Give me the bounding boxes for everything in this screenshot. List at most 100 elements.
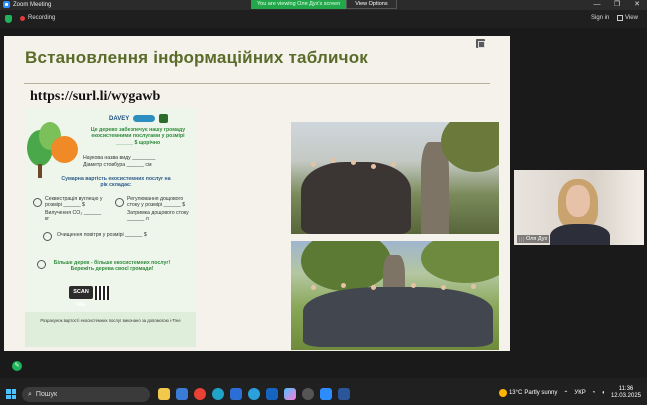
partner-logo — [133, 115, 156, 122]
system-tray: 13°C Partly sunny ⌃ УКР ◔ ◖ 11:36 12.03.… — [498, 386, 641, 400]
view-button[interactable]: View — [617, 15, 638, 21]
close-button[interactable]: ✕ — [627, 0, 647, 10]
telegram-icon[interactable] — [248, 388, 260, 400]
mail-icon[interactable] — [230, 388, 242, 400]
file-explorer-icon[interactable] — [158, 388, 170, 400]
search-placeholder: Пошук — [35, 391, 58, 398]
poster-species: Наукова назва виду ________ — [83, 155, 156, 161]
slide-options-icon[interactable] — [476, 39, 485, 48]
chevron-up-icon[interactable]: ⌃ — [563, 390, 568, 397]
person-head — [351, 160, 356, 165]
weather-widget[interactable]: 13°C Partly sunny — [498, 389, 558, 397]
store-icon[interactable] — [176, 388, 188, 400]
person-head — [471, 284, 476, 289]
recording-indicator[interactable]: Recording — [20, 15, 55, 21]
weather-desc: Partly sunny — [524, 390, 558, 396]
tree-canopy — [441, 122, 499, 172]
forest-service-logo — [159, 114, 169, 123]
title-divider — [24, 83, 490, 84]
view-label: View — [625, 15, 638, 21]
app-title-group: Zoom Meeting — [3, 1, 51, 8]
settings-gear-icon[interactable] — [302, 388, 314, 400]
poster-diameter: Діаметр стовбура ______ см — [83, 162, 152, 168]
weather-temp: 13°C — [508, 390, 523, 396]
clock-time: 11:36 — [618, 386, 634, 392]
tree-trunk — [38, 164, 42, 178]
window-controls: — ❐ ✕ — [587, 0, 647, 10]
participant-name: Оля Дух — [526, 236, 548, 242]
clock-date: 12.03.2025 — [610, 393, 641, 399]
poster-footer-band: Розрахунок вартості екосистемних послуг … — [25, 312, 196, 347]
poster-item-runoff: Регулювання дощового стоку у розмірі ___… — [127, 196, 186, 209]
group-of-people — [303, 287, 493, 347]
group-of-people — [301, 162, 411, 234]
person-head — [441, 285, 446, 290]
taskbar-search[interactable]: ⌕ Пошук — [22, 387, 150, 402]
volume-icon[interactable]: ◖ — [601, 390, 605, 396]
poster-item-sequestration: Секвестрація вуглецю у розмірі ______ $ — [45, 196, 103, 209]
participant-name-tag: Оля Дух — [517, 235, 550, 243]
tree-canopy — [421, 241, 499, 283]
annotate-pencil-icon[interactable]: ✎ — [12, 361, 22, 371]
audio-signal-icon — [519, 236, 524, 242]
tree-canopy — [301, 241, 391, 291]
language-indicator[interactable]: УКР — [574, 390, 585, 396]
participant-video-tile[interactable]: Оля Дух — [514, 170, 644, 245]
record-dot-icon — [20, 15, 25, 21]
partly-sunny-icon — [498, 389, 507, 397]
group-photo-1 — [291, 122, 499, 234]
network-icon[interactable]: ◔ — [592, 390, 596, 396]
poster-footer-text: Розрахунок вартості екосистемних послуг … — [40, 318, 181, 323]
orange-circle-graphic — [51, 136, 78, 163]
view-options-button[interactable]: View Options — [346, 0, 397, 9]
grid-view-icon — [617, 15, 623, 21]
person-head — [341, 283, 346, 288]
title-bar: Zoom Meeting You are viewing Оля Дух's s… — [0, 0, 647, 10]
poster-item-co2: Вилучення CO₂ ______ кг — [45, 210, 102, 223]
person-head — [371, 285, 376, 290]
participant-face — [566, 185, 590, 217]
word-icon[interactable] — [338, 388, 350, 400]
shared-slide: Встановлення інформаційних табличок http… — [4, 36, 510, 351]
rain-cloud-icon — [115, 198, 124, 207]
slide-url: https://surl.li/wygawb — [30, 89, 161, 104]
minimize-button[interactable]: — — [587, 0, 607, 10]
windows-start-icon[interactable] — [6, 389, 16, 399]
poster-heading: Це дерево забезпечує нашу громаду екосис… — [90, 127, 186, 146]
poster-total-heading: Сумарна вартість екосистемних послуг на … — [61, 176, 171, 189]
person-head — [331, 158, 336, 163]
recording-label: Recording — [28, 15, 56, 21]
poster-logos: DAVEY — [109, 114, 169, 123]
app-title: Zoom Meeting — [13, 1, 52, 8]
co2-icon — [33, 198, 42, 207]
person-head — [311, 162, 316, 167]
poster-air-purification: Очищення повітря у розмірі ______ $ — [57, 232, 147, 238]
poster-motto: Більше дерев - більше екосистемних послу… — [53, 260, 171, 273]
davey-logo: DAVEY — [109, 115, 130, 122]
zoom-logo-icon — [3, 1, 10, 8]
maximize-button[interactable]: ❐ — [607, 0, 627, 10]
clock[interactable]: 11:36 12.03.2025 — [611, 386, 641, 400]
chrome-icon[interactable] — [194, 388, 206, 400]
poster-item-retention: Затримка дощового стоку ______ л — [127, 210, 189, 223]
participant-body — [550, 224, 610, 245]
slide-title: Встановлення інформаційних табличок — [25, 48, 368, 67]
viewing-screen-message: You are viewing Оля Дух's screen — [251, 0, 347, 9]
group-photo-2 — [291, 241, 499, 350]
qr-code — [95, 286, 109, 300]
zoom-app-icon[interactable] — [320, 388, 332, 400]
edge-icon[interactable] — [212, 388, 224, 400]
photos-icon[interactable] — [266, 388, 278, 400]
factory-icon — [43, 232, 52, 241]
person-head — [411, 283, 416, 288]
meeting-toolbar: Recording Sign in View — [0, 10, 647, 28]
info-sign-poster: DAVEY Це дерево забезпечує нашу громаду … — [25, 108, 196, 347]
taskbar: ⌕ Пошук 13°C Partly sunny ⌃ УКР ◔ ◖ 11:3… — [0, 384, 647, 405]
search-icon: ⌕ — [28, 390, 32, 398]
copilot-icon[interactable] — [284, 388, 296, 400]
tree-leaf-icon — [37, 260, 46, 269]
sign-in-link[interactable]: Sign in — [591, 15, 609, 21]
security-shield-icon[interactable] — [5, 15, 12, 23]
person-head — [311, 285, 316, 290]
person-head — [391, 162, 396, 167]
